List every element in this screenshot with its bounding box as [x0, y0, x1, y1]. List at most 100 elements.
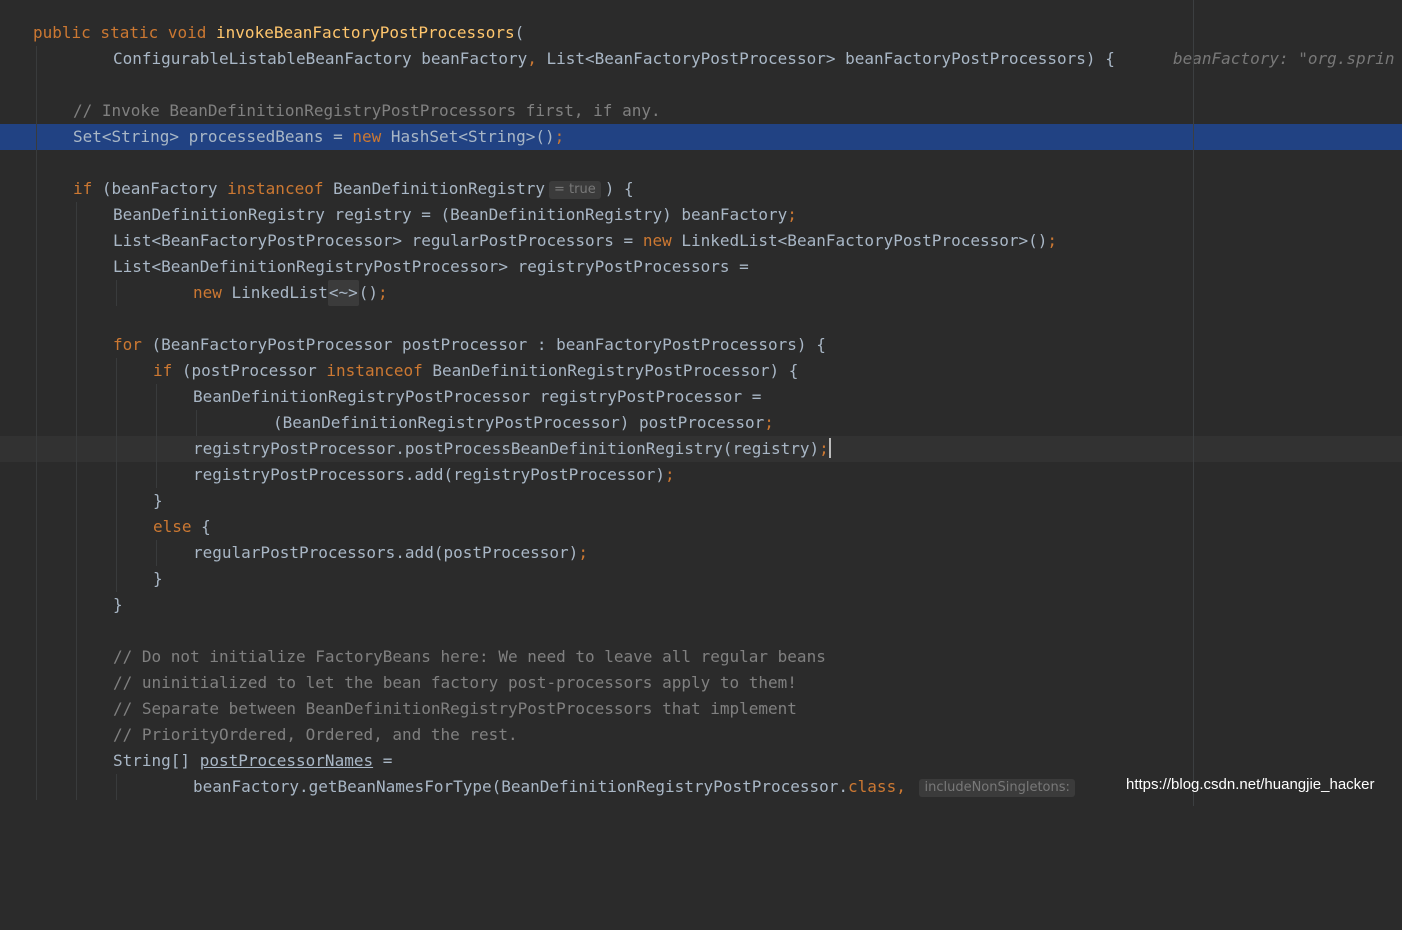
code-line[interactable]: registryPostProcessors.add(registryPostP… — [0, 462, 1402, 488]
indent-guide — [36, 540, 37, 566]
debug-value-hint: beanFactory: "org.sprin — [1173, 49, 1395, 68]
code-text: } — [153, 491, 163, 510]
code-text: if (postProcessor instanceof BeanDefinit… — [153, 361, 799, 380]
code-comment: // uninitialized to let the bean factory… — [113, 673, 797, 692]
indent-guide — [76, 228, 77, 254]
caret-line[interactable]: registryPostProcessor.postProcessBeanDef… — [0, 436, 1402, 462]
indent-guide — [116, 540, 117, 566]
indent-guide — [36, 514, 37, 540]
indent-guide — [76, 748, 77, 774]
code-line[interactable]: List<BeanDefinitionRegistryPostProcessor… — [0, 254, 1402, 280]
code-line[interactable]: List<BeanFactoryPostProcessor> regularPo… — [0, 228, 1402, 254]
indent-guide — [76, 436, 77, 462]
code-line[interactable]: // PriorityOrdered, Ordered, and the res… — [0, 722, 1402, 748]
code-text: } — [153, 569, 163, 588]
indent-guide — [76, 254, 77, 280]
code-line[interactable]: } — [0, 488, 1402, 514]
indent-guide — [36, 488, 37, 514]
code-comment: // Separate between BeanDefinitionRegist… — [113, 699, 797, 718]
code-text: for (BeanFactoryPostProcessor postProces… — [113, 335, 826, 354]
code-line[interactable]: // Do not initialize FactoryBeans here: … — [0, 644, 1402, 670]
indent-guide — [116, 462, 117, 488]
indent-guide — [116, 384, 117, 410]
code-text: else { — [153, 517, 211, 536]
inline-value-hint: = true — [549, 181, 601, 199]
indent-guide — [36, 176, 37, 202]
indent-guide — [36, 202, 37, 228]
indent-guide — [36, 696, 37, 722]
code-comment: // Do not initialize FactoryBeans here: … — [113, 647, 826, 666]
indent-guide — [156, 410, 157, 436]
indent-guide — [36, 72, 37, 98]
code-text: registryPostProcessors.add(registryPostP… — [193, 465, 675, 484]
indent-guide — [76, 462, 77, 488]
indent-guide — [36, 436, 37, 462]
indent-guide — [76, 618, 77, 644]
code-text: Set<String> processedBeans = new HashSet… — [73, 127, 565, 146]
indent-guide — [36, 748, 37, 774]
indent-guide — [36, 280, 37, 306]
indent-guide — [116, 514, 117, 540]
code-text: BeanDefinitionRegistryPostProcessor regi… — [193, 387, 762, 406]
code-editor[interactable]: public static void invokeBeanFactoryPost… — [0, 0, 1402, 806]
code-line[interactable]: if (postProcessor instanceof BeanDefinit… — [0, 358, 1402, 384]
indent-guide — [36, 332, 37, 358]
indent-guide — [36, 618, 37, 644]
indent-guide — [36, 592, 37, 618]
code-text: regularPostProcessors.add(postProcessor)… — [193, 543, 588, 562]
indent-guide — [76, 566, 77, 592]
indent-guide — [76, 592, 77, 618]
indent-guide — [36, 254, 37, 280]
indent-guide — [36, 410, 37, 436]
code-text: (BeanDefinitionRegistryPostProcessor) po… — [273, 413, 774, 432]
indent-guide — [76, 696, 77, 722]
indent-guide — [36, 358, 37, 384]
indent-guide — [76, 306, 77, 332]
watermark: https://blog.csdn.net/huangjie_hacker — [1126, 776, 1375, 793]
indent-guide — [76, 670, 77, 696]
code-text: ConfigurableListableBeanFactory beanFact… — [113, 49, 1115, 68]
code-line[interactable] — [0, 618, 1402, 644]
code-line[interactable]: } — [0, 592, 1402, 618]
code-line[interactable] — [0, 150, 1402, 176]
indent-guide — [76, 644, 77, 670]
indent-guide — [156, 540, 157, 566]
code-line[interactable]: new LinkedList<~>(); — [0, 280, 1402, 306]
code-text: if (beanFactory instanceof BeanDefinitio… — [73, 179, 634, 199]
code-line[interactable]: BeanDefinitionRegistryPostProcessor regi… — [0, 384, 1402, 410]
code-text: registryPostProcessor.postProcessBeanDef… — [193, 438, 831, 458]
code-line[interactable]: String[] postProcessorNames = — [0, 748, 1402, 774]
code-line[interactable]: } — [0, 566, 1402, 592]
folded-generics: <~> — [327, 280, 359, 306]
indent-guide — [156, 436, 157, 462]
code-line[interactable]: if (beanFactory instanceof BeanDefinitio… — [0, 176, 1402, 202]
code-line[interactable]: public static void invokeBeanFactoryPost… — [0, 20, 1402, 46]
code-line[interactable]: for (BeanFactoryPostProcessor postProces… — [0, 332, 1402, 358]
indent-guide — [36, 124, 37, 150]
right-margin-guide — [1193, 0, 1194, 806]
code-line[interactable]: // Invoke BeanDefinitionRegistryPostProc… — [0, 98, 1402, 124]
indent-guide — [36, 228, 37, 254]
code-comment: // PriorityOrdered, Ordered, and the res… — [113, 725, 518, 744]
code-line[interactable] — [0, 72, 1402, 98]
code-line[interactable]: (BeanDefinitionRegistryPostProcessor) po… — [0, 410, 1402, 436]
indent-guide — [36, 644, 37, 670]
indent-guide — [36, 98, 37, 124]
code-text: public static void invokeBeanFactoryPost… — [33, 23, 525, 42]
execution-point-line[interactable]: Set<String> processedBeans = new HashSet… — [0, 124, 1402, 150]
indent-guide — [76, 488, 77, 514]
code-line[interactable] — [0, 306, 1402, 332]
indent-guide — [76, 332, 77, 358]
code-line[interactable]: // Separate between BeanDefinitionRegist… — [0, 696, 1402, 722]
indent-guide — [36, 774, 37, 800]
indent-guide — [76, 722, 77, 748]
indent-guide — [76, 540, 77, 566]
code-line[interactable]: BeanDefinitionRegistry registry = (BeanD… — [0, 202, 1402, 228]
indent-guide — [36, 306, 37, 332]
code-line[interactable]: // uninitialized to let the bean factory… — [0, 670, 1402, 696]
code-line[interactable]: regularPostProcessors.add(postProcessor)… — [0, 540, 1402, 566]
code-line[interactable]: else { — [0, 514, 1402, 540]
code-line[interactable]: ConfigurableListableBeanFactory beanFact… — [0, 46, 1402, 72]
indent-guide — [196, 410, 197, 436]
indent-guide — [36, 462, 37, 488]
